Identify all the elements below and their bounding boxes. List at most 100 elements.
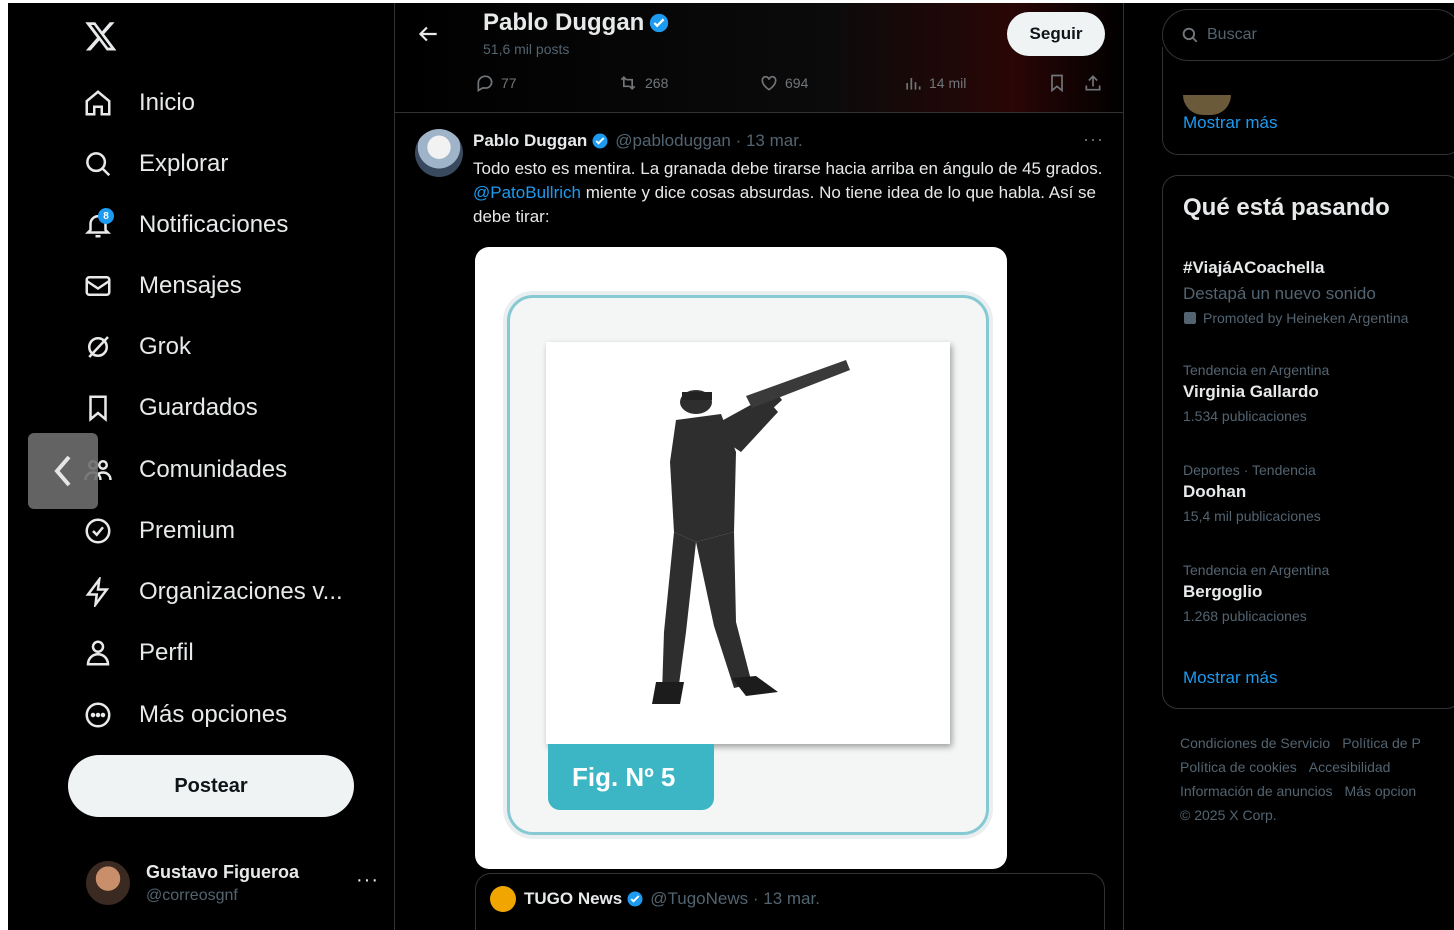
- reply-icon: [477, 75, 493, 92]
- nav-label: Perfil: [139, 639, 194, 666]
- quoted-tweet-header: TUGO News @TugoNews · 13 mar.: [490, 886, 820, 912]
- avatar: [86, 861, 130, 905]
- nav-explore[interactable]: Explorar: [80, 142, 228, 186]
- footer-link[interactable]: Más opcion: [1345, 783, 1417, 799]
- footer-link[interactable]: Condiciones de Servicio: [1180, 735, 1330, 751]
- follow-button[interactable]: Seguir: [1007, 12, 1105, 56]
- nav-label: Guardados: [139, 394, 258, 421]
- show-more-link[interactable]: Mostrar más: [1183, 113, 1277, 133]
- footer-link[interactable]: Política de P: [1342, 735, 1421, 751]
- more-icon[interactable]: ···: [356, 869, 379, 892]
- notification-badge: 8: [98, 208, 114, 224]
- profile-name: Pablo Duggan: [483, 9, 645, 36]
- mention-link[interactable]: @PatoBullrich: [473, 183, 581, 202]
- search-icon: [80, 146, 116, 182]
- nav-bookmarks[interactable]: Guardados: [80, 386, 258, 430]
- nav-label: Explorar: [139, 150, 229, 177]
- mail-icon: [80, 268, 116, 304]
- post-count: 51,6 mil posts: [483, 41, 570, 57]
- account-switcher[interactable]: Gustavo Figueroa @correosgnf ···: [86, 851, 386, 915]
- x-logo-icon[interactable]: [84, 19, 118, 53]
- tweet-text: Todo esto es mentira. La granada debe ti…: [473, 157, 1103, 229]
- nav-more-options[interactable]: Más opciones: [80, 693, 287, 737]
- page-title: Pablo Duggan: [483, 9, 670, 37]
- quoted-tweet[interactable]: TUGO News @TugoNews · 13 mar.: [475, 873, 1105, 930]
- nav-label: Premium: [139, 517, 236, 544]
- home-icon: [80, 85, 116, 121]
- figure-card: Fig. Nº 5: [507, 295, 989, 835]
- views-icon: [906, 78, 921, 90]
- trend-name: #ViajáACoachella: [1183, 258, 1325, 277]
- collapse-sidebar-button[interactable]: [28, 433, 98, 509]
- tweet-author[interactable]: Pablo Duggan: [473, 131, 587, 151]
- tweet-media[interactable]: Fig. Nº 5: [475, 247, 1007, 869]
- trends-title: Qué está pasando: [1183, 194, 1390, 221]
- tweet-handle-date: @pabloduggan · 13 mar.: [615, 131, 803, 150]
- more-circle-icon: [80, 697, 116, 733]
- left-sidebar: Inicio Explorar 8 Notificaciones Mensaje…: [8, 3, 394, 930]
- trend-promoted[interactable]: #ViajáACoachella Destapá un nuevo sonido…: [1183, 254, 1408, 326]
- repost-icon: [620, 75, 636, 91]
- tweet-text-part: Todo esto es mentira. La granada debe ti…: [473, 159, 1103, 178]
- share-icon: [1085, 75, 1101, 91]
- nav-home[interactable]: Inicio: [80, 81, 195, 125]
- back-arrow-icon[interactable]: [415, 21, 443, 49]
- views-button[interactable]: 14 mil: [903, 73, 966, 93]
- nav-notifications[interactable]: 8 Notificaciones: [80, 203, 288, 247]
- user-name: Gustavo Figueroa: [146, 861, 300, 882]
- figure-label: Fig. Nº 5: [548, 744, 714, 810]
- trend-item[interactable]: Tendencia en Argentina Bergoglio 1.268 p…: [1183, 562, 1329, 624]
- search-input[interactable]: Buscar: [1162, 9, 1454, 61]
- nav-organizations[interactable]: Organizaciones v...: [80, 570, 343, 614]
- search-placeholder: Buscar: [1207, 26, 1257, 43]
- nav-label: Organizaciones v...: [139, 578, 343, 605]
- like-count: 694: [785, 75, 809, 91]
- copyright: © 2025 X Corp.: [1180, 807, 1277, 823]
- grok-icon: [80, 329, 116, 365]
- avatar: [1183, 95, 1231, 115]
- footer-link[interactable]: Información de anuncios: [1180, 783, 1333, 799]
- post-button[interactable]: Postear: [68, 755, 354, 817]
- nav-communities[interactable]: Comunidades: [80, 448, 287, 492]
- nav-messages[interactable]: Mensajes: [80, 264, 242, 308]
- who-to-follow-box: Mostrar más: [1162, 47, 1454, 155]
- chevron-left-icon: [54, 455, 71, 487]
- nav-profile[interactable]: Perfil: [80, 631, 194, 675]
- nav-label: Comunidades: [139, 456, 288, 483]
- nav-label: Notificaciones: [139, 211, 289, 238]
- show-more-link[interactable]: Mostrar más: [1183, 668, 1277, 688]
- bookmark-button[interactable]: [1047, 73, 1073, 93]
- trend-context: Tendencia en Argentina: [1183, 362, 1330, 378]
- trend-item[interactable]: Deportes · Tendencia Doohan 15,4 mil pub…: [1183, 462, 1321, 524]
- right-sidebar: Mostrar más Buscar Qué está pasando #Via…: [1124, 3, 1454, 930]
- avatar[interactable]: [415, 129, 463, 177]
- reply-count: 77: [501, 75, 517, 91]
- nav-grok[interactable]: Grok: [80, 325, 191, 369]
- nav-premium[interactable]: Premium: [80, 509, 235, 553]
- soldier-photo: [546, 342, 950, 744]
- profile-header: Pablo Duggan 51,6 mil posts Seguir 77 26…: [395, 3, 1123, 113]
- person-icon: [80, 635, 116, 671]
- promoted-line: Promoted by Heineken Argentina: [1183, 310, 1408, 326]
- user-handle: @correosgnf: [146, 886, 238, 904]
- repost-button[interactable]: 268: [617, 73, 668, 93]
- more-icon[interactable]: ···: [1083, 129, 1104, 150]
- repost-count: 268: [645, 75, 669, 91]
- tweet-header: Pablo Duggan @pabloduggan · 13 mar.: [473, 131, 803, 151]
- trend-count: 15,4 mil publicaciones: [1183, 508, 1321, 524]
- trend-name: Bergoglio: [1183, 582, 1263, 601]
- reply-button[interactable]: 77: [475, 73, 517, 93]
- trend-item[interactable]: Tendencia en Argentina Virginia Gallardo…: [1183, 362, 1329, 424]
- bookmark-icon: [80, 390, 116, 426]
- quoted-author: TUGO News: [524, 889, 623, 908]
- footer-link[interactable]: Accesibilidad: [1309, 759, 1391, 775]
- verified-icon: [592, 133, 608, 149]
- views-count: 14 mil: [929, 75, 967, 91]
- trend-count: 1.268 publicaciones: [1183, 608, 1307, 624]
- share-button[interactable]: [1083, 73, 1109, 93]
- trend-name: Virginia Gallardo: [1183, 382, 1319, 401]
- footer-link[interactable]: Política de cookies: [1180, 759, 1297, 775]
- nav-label: Más opciones: [139, 701, 288, 728]
- like-button[interactable]: 694: [759, 73, 808, 93]
- trend-context: Deportes · Tendencia: [1183, 462, 1316, 478]
